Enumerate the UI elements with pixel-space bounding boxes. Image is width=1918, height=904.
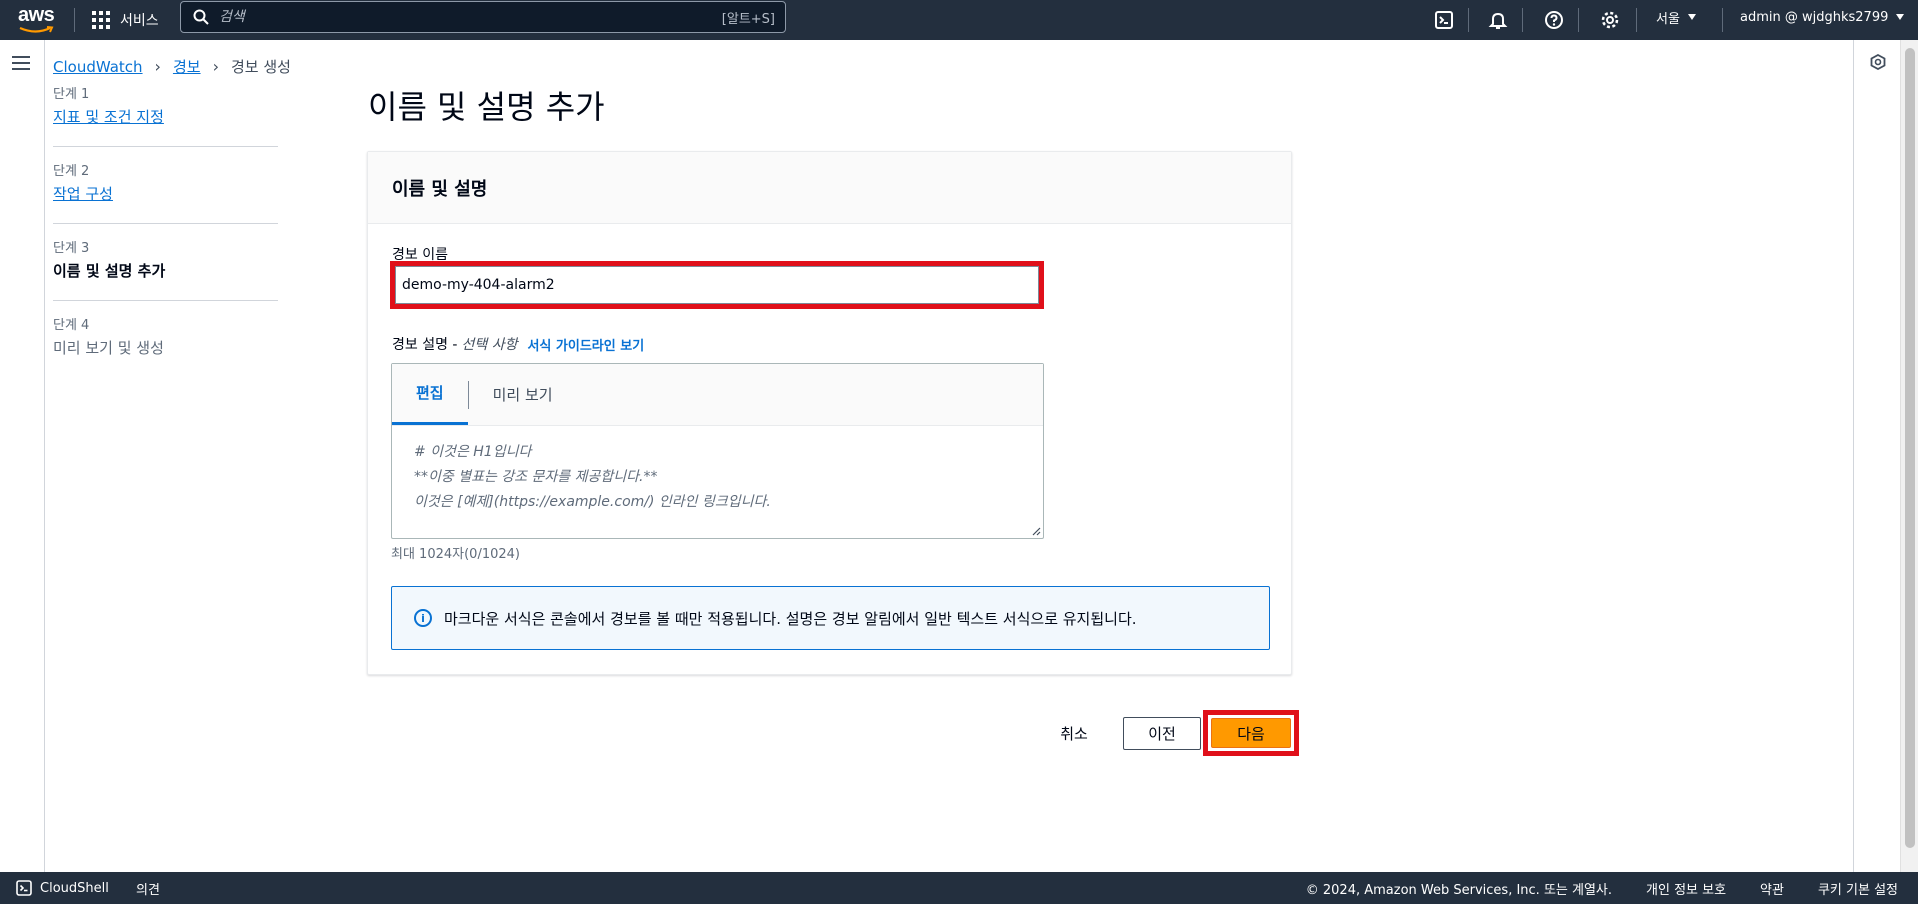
breadcrumb: CloudWatch › 경보 › 경보 생성: [53, 56, 291, 77]
alarm-name-highlight: [390, 261, 1044, 309]
chevron-right-icon: ›: [212, 57, 219, 76]
step-number: 단계 4: [53, 318, 90, 333]
breadcrumb-alarms[interactable]: 경보: [173, 56, 201, 77]
region-label: 서울: [1656, 11, 1680, 27]
search-input[interactable]: [219, 9, 699, 25]
step-link-actions[interactable]: 작업 구성: [53, 181, 278, 207]
info-icon: i: [414, 609, 432, 627]
search-shortcut: [알트+S]: [721, 11, 775, 27]
cloudshell-icon[interactable]: [1432, 8, 1456, 32]
desc-optional-text: 선택 사항: [461, 337, 518, 353]
nav-divider: [1468, 8, 1469, 32]
nav-divider: [1578, 8, 1579, 32]
info-text: 마크다운 서식은 콘솔에서 경보를 볼 때만 적용됩니다. 설명은 경보 알림에…: [444, 609, 1137, 628]
step-2: 단계 2 작업 구성: [53, 163, 278, 224]
hamburger-menu-icon[interactable]: [12, 56, 30, 74]
cookie-preferences-link[interactable]: 쿠키 기본 설정: [1818, 879, 1898, 898]
step-link-metric[interactable]: 지표 및 조건 지정: [53, 104, 278, 130]
breadcrumb-current: 경보 생성: [230, 58, 291, 76]
tools-panel-strip: [1853, 40, 1900, 872]
next-button[interactable]: 다음: [1211, 718, 1291, 748]
step-3: 단계 3 이름 및 설명 추가: [53, 240, 278, 301]
account-label: admin @ wjdghks2799: [1740, 9, 1889, 25]
cancel-button[interactable]: 취소: [1054, 717, 1094, 749]
search-bar[interactable]: [알트+S]: [180, 1, 786, 33]
nav-divider: [1636, 8, 1637, 32]
scrollbar-thumb[interactable]: [1905, 48, 1915, 848]
placeholder-line: # 이것은 H1입니다: [414, 444, 532, 460]
chevron-down-icon: [1896, 14, 1905, 20]
tab-preview[interactable]: 미리 보기: [469, 363, 577, 425]
markdown-editor: 편집 미리 보기 # 이것은 H1입니다 **이중 별표는 강조 문자를 제공합…: [391, 363, 1044, 539]
side-nav-strip: [0, 40, 45, 872]
privacy-link[interactable]: 개인 정보 보호: [1646, 879, 1726, 898]
nav-divider: [1522, 8, 1523, 32]
account-menu[interactable]: admin @ wjdghks2799: [1740, 0, 1905, 34]
resize-handle-icon[interactable]: [1031, 526, 1041, 536]
info-alert: i 마크다운 서식은 콘솔에서 경보를 볼 때만 적용됩니다. 설명은 경보 알…: [391, 586, 1270, 650]
region-selector[interactable]: 서울: [1656, 0, 1696, 34]
next-button-highlight: 다음: [1203, 710, 1299, 756]
wizard-steps: 단계 1 지표 및 조건 지정 단계 2 작업 구성 단계 3 이름 및 설명 …: [53, 86, 278, 393]
aws-smile-icon: [19, 26, 54, 33]
step-label-preview: 미리 보기 및 생성: [53, 339, 164, 357]
cloudshell-label: CloudShell: [40, 880, 109, 896]
services-label: 서비스: [120, 13, 159, 29]
placeholder-line: 이것은 [예제](https://example.com/) 인라인 링크입니다…: [414, 494, 771, 510]
search-icon: [193, 9, 209, 25]
nav-divider: [1722, 8, 1723, 32]
step-current-label: 이름 및 설명 추가: [53, 262, 166, 280]
previous-button[interactable]: 이전: [1123, 717, 1201, 750]
tab-edit[interactable]: 편집: [392, 363, 468, 425]
footer-links: © 2024, Amazon Web Services, Inc. 또는 계열사…: [1306, 872, 1898, 904]
desc-label-text: 경보 설명 -: [392, 337, 458, 353]
panel-header: 이름 및 설명: [368, 152, 1291, 224]
step-4: 단계 4 미리 보기 및 생성: [53, 317, 278, 377]
description-textarea[interactable]: # 이것은 H1입니다 **이중 별표는 강조 문자를 제공합니다.** 이것은…: [392, 426, 1043, 529]
chevron-right-icon: ›: [154, 57, 161, 76]
page-scrollbar[interactable]: [1900, 40, 1918, 872]
step-number: 단계 3: [53, 241, 90, 256]
terms-link[interactable]: 약관: [1760, 879, 1784, 898]
feedback-link[interactable]: 의견: [136, 872, 160, 904]
alarm-name-input[interactable]: [395, 266, 1039, 304]
step-1: 단계 1 지표 및 조건 지정: [53, 86, 278, 147]
format-guide-link[interactable]: 서식 가이드라인 보기: [527, 335, 644, 354]
placeholder-line: **이중 별표는 강조 문자를 제공합니다.**: [414, 469, 658, 485]
gear-icon[interactable]: [1598, 8, 1622, 32]
bell-icon[interactable]: [1486, 8, 1510, 32]
services-menu[interactable]: 서비스: [92, 0, 159, 40]
char-count: 최대 1024자(0/1024): [391, 547, 520, 562]
aws-logo[interactable]: aws: [18, 4, 60, 36]
step-number: 단계 1: [53, 87, 90, 102]
apps-grid-icon: [92, 11, 110, 29]
chevron-down-icon: [1687, 14, 1696, 20]
aws-logo-text: aws: [18, 4, 55, 26]
footer-bar: CloudShell 의견 © 2024, Amazon Web Service…: [0, 872, 1918, 904]
help-icon[interactable]: [1542, 8, 1566, 32]
page-title: 이름 및 설명 추가: [368, 88, 605, 126]
editor-tabs: 편집 미리 보기: [392, 364, 1043, 426]
alarm-description-label: 경보 설명 - 선택 사항 서식 가이드라인 보기: [392, 334, 644, 354]
copyright-text: © 2024, Amazon Web Services, Inc. 또는 계열사…: [1305, 882, 1613, 898]
step-number: 단계 2: [53, 164, 90, 179]
breadcrumb-cloudwatch[interactable]: CloudWatch: [53, 58, 143, 76]
name-description-panel: 이름 및 설명 경보 이름 경보 설명 - 선택 사항 서식 가이드라인 보기 …: [367, 151, 1292, 675]
cloudshell-icon: [16, 880, 32, 896]
cloudshell-button[interactable]: CloudShell: [16, 872, 109, 904]
top-navigation: aws 서비스 [알트+S] 서울 admin @ wjdghks2: [0, 0, 1918, 40]
tools-panel-icon[interactable]: [1870, 54, 1886, 70]
nav-divider: [74, 8, 75, 32]
